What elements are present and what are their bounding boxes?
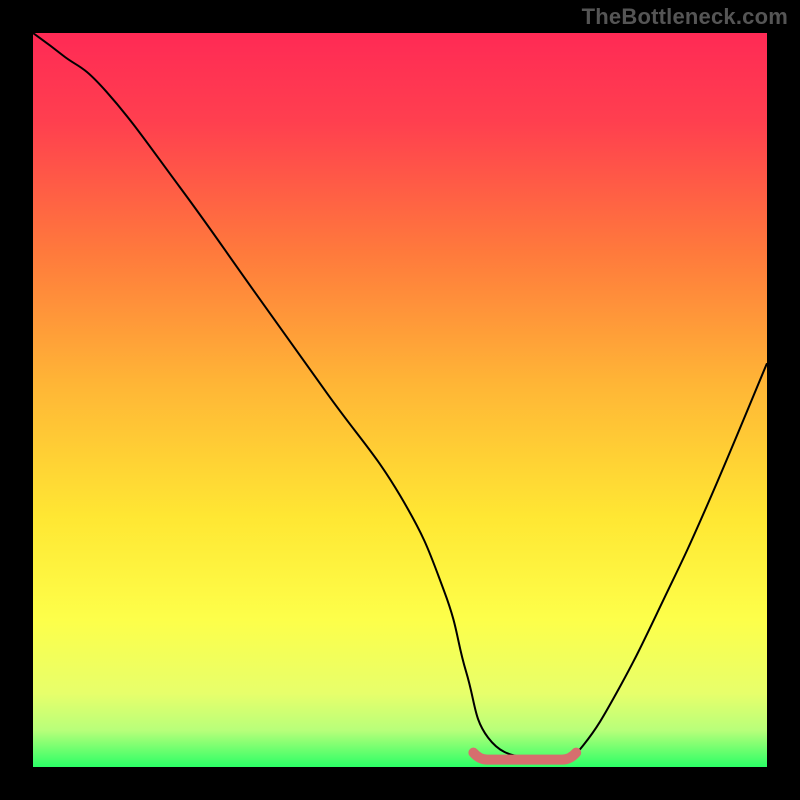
gradient-background <box>33 33 767 767</box>
chart-frame: TheBottleneck.com <box>0 0 800 800</box>
chart-svg <box>33 33 767 767</box>
plot-area <box>33 33 767 767</box>
watermark-text: TheBottleneck.com <box>582 4 788 30</box>
